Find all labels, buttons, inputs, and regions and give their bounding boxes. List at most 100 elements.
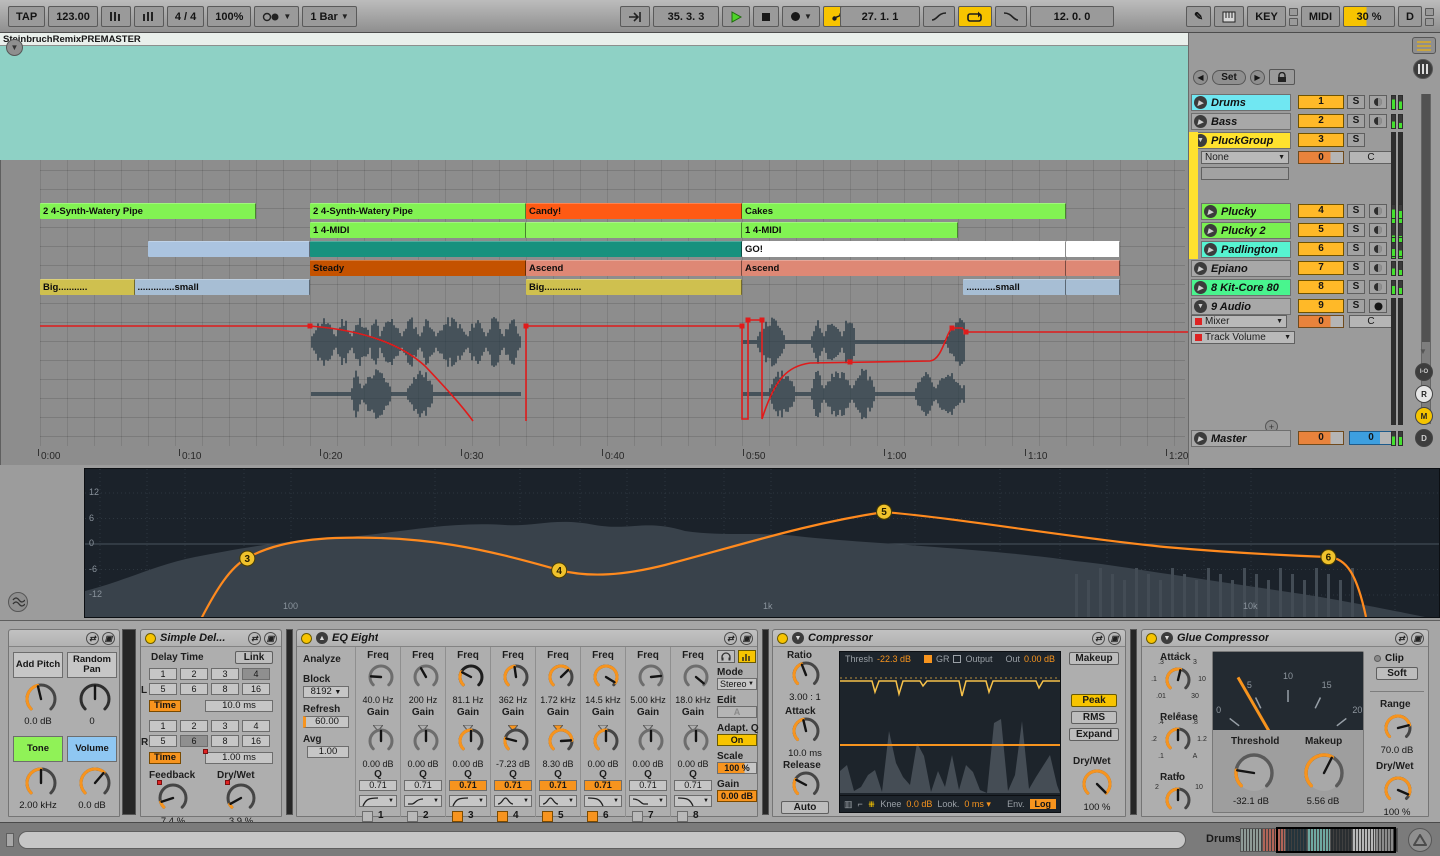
delay-left-beat-6[interactable]: 6: [180, 683, 208, 695]
tempo-field[interactable]: 123.00: [48, 6, 98, 27]
track-header-drums[interactable]: ▶ Drums: [1191, 94, 1291, 111]
track-number-box[interactable]: 4: [1298, 204, 1344, 218]
punch-in-toggle[interactable]: [923, 6, 955, 27]
arrangement-clip[interactable]: Big..............: [526, 279, 742, 295]
filter-type-chooser-highpass-x4[interactable]: ▼: [449, 795, 487, 807]
glue-range-knob[interactable]: [1381, 711, 1415, 745]
panel-toggle-r[interactable]: R: [1415, 385, 1433, 403]
track-play-icon[interactable]: ▶: [1194, 96, 1207, 109]
arrangement-position-field[interactable]: 35. 3. 3: [653, 6, 719, 27]
loop-toggle[interactable]: [958, 6, 992, 27]
device-title-bar[interactable]: ▼ Compressor ⇄ ▣: [773, 630, 1125, 647]
track-play-icon[interactable]: ▶: [1194, 262, 1207, 275]
band-activator-checkbox[interactable]: [452, 811, 463, 822]
track-play-icon[interactable]: ▶: [1204, 243, 1217, 256]
arrangement-clip[interactable]: Ascend: [742, 260, 1066, 276]
track-header-8-kit-core-80[interactable]: ▶ 8 Kit-Core 80: [1191, 279, 1291, 296]
solo-button[interactable]: S: [1347, 133, 1365, 147]
device-power-led[interactable]: [301, 632, 312, 644]
track-number-box[interactable]: 7: [1298, 261, 1344, 275]
band-freq-knob[interactable]: [455, 661, 487, 693]
band-freq-knob[interactable]: [365, 661, 397, 693]
device-title-bar[interactable]: ⇄ ▣: [9, 630, 119, 647]
filter-type-chooser-lowpass-x4[interactable]: ▼: [584, 795, 622, 807]
q-value[interactable]: 0.71: [449, 780, 487, 791]
macro-name-box[interactable]: Random Pan: [67, 652, 117, 678]
computer-midi-keyboard-button[interactable]: [1214, 6, 1245, 27]
solo-button[interactable]: S: [1347, 114, 1365, 128]
quantization-menu[interactable]: 1 Bar ▼: [302, 6, 357, 27]
attack-knob[interactable]: [789, 714, 823, 748]
macro-knob-3[interactable]: [22, 764, 60, 802]
band-gain-knob[interactable]: [635, 725, 667, 757]
scroll-arrow-icon[interactable]: ▼: [1419, 347, 1427, 356]
arrangement-clip[interactable]: Candy!: [526, 203, 742, 219]
macro-name-box[interactable]: Add Pitch: [13, 652, 63, 678]
device-power-led[interactable]: [1146, 632, 1157, 644]
feedback-knob[interactable]: [155, 780, 191, 816]
band-gain-knob[interactable]: [500, 725, 532, 757]
soft-clip-toggle[interactable]: Soft: [1376, 667, 1418, 680]
hot-swap-icon[interactable]: ⇄: [248, 631, 261, 645]
band-freq-knob[interactable]: [545, 661, 577, 693]
out-value[interactable]: 0.00 dB: [1024, 654, 1055, 664]
delay-right-beat-6[interactable]: 6: [180, 735, 208, 747]
delay-right-time-value[interactable]: 1.00 ms: [205, 752, 273, 764]
band-gain-knob[interactable]: [365, 725, 397, 757]
play-button[interactable]: [722, 6, 750, 27]
filter-type-chooser-high-shelf[interactable]: ▼: [629, 795, 667, 807]
audition-button[interactable]: [717, 650, 735, 663]
draw-mode-button[interactable]: ✎: [1185, 6, 1212, 27]
arrangement-clip[interactable]: [1066, 260, 1120, 276]
env-log-toggle[interactable]: Log: [1029, 799, 1056, 809]
block-size-chooser[interactable]: 8192 ▼: [303, 686, 349, 698]
delay-right-beat-8[interactable]: 8: [211, 735, 239, 747]
thresh-value[interactable]: -22.3 dB: [877, 654, 911, 664]
rms-mode-button[interactable]: RMS: [1071, 711, 1117, 724]
macro-name-box[interactable]: Volume: [67, 736, 117, 762]
gr-label[interactable]: GR: [936, 654, 950, 664]
metronome-toggle[interactable]: ▼: [254, 6, 300, 27]
save-preset-icon[interactable]: ▣: [102, 631, 115, 645]
device-title-bar[interactable]: Simple Del... ⇄ ▣: [141, 630, 281, 647]
track-number-box[interactable]: 2: [1298, 114, 1344, 128]
band-activator-checkbox[interactable]: [542, 811, 553, 822]
arm-button[interactable]: [1369, 242, 1387, 256]
track-fold-button[interactable]: ▼: [1194, 300, 1207, 313]
makeup-button[interactable]: Makeup: [1069, 652, 1119, 665]
solo-button[interactable]: S: [1347, 299, 1365, 313]
session-view-selector-icon[interactable]: [1412, 37, 1436, 54]
track-header-padlington[interactable]: ▶ Padlington: [1201, 241, 1291, 258]
q-value[interactable]: 0.71: [629, 780, 667, 791]
hot-swap-icon[interactable]: ⇄: [1395, 631, 1408, 645]
activity-view-icon[interactable]: ▥: [844, 799, 853, 810]
drywet-knob[interactable]: [223, 780, 259, 816]
delay-left-beat-8[interactable]: 8: [211, 683, 239, 695]
track-header-bass[interactable]: ▶ Bass: [1191, 113, 1291, 130]
q-value[interactable]: 0.71: [584, 780, 622, 791]
delay-right-beat-1[interactable]: 1: [149, 720, 177, 732]
hot-swap-icon[interactable]: ⇄: [86, 631, 99, 645]
arrangement-clip[interactable]: [310, 241, 742, 257]
q-value[interactable]: 0.71: [494, 780, 532, 791]
band-activator-checkbox[interactable]: [407, 811, 418, 822]
arm-button[interactable]: [1369, 223, 1387, 237]
track-fold-chevron[interactable]: ▼: [6, 39, 23, 56]
midi-map-button[interactable]: MIDI: [1300, 6, 1341, 27]
edit-ab-button[interactable]: A: [717, 706, 757, 718]
compressor-display[interactable]: Thresh -22.3 dB GR Output Out 0.00 dB ▥ …: [839, 651, 1061, 813]
sidechain-listen-icon[interactable]: ⧻: [868, 799, 876, 810]
output-label[interactable]: Output: [965, 654, 992, 664]
arrangement-clip[interactable]: Cakes: [742, 203, 1066, 219]
status-message-bar[interactable]: [18, 831, 1186, 849]
compressor-drywet-knob[interactable]: [1079, 766, 1115, 802]
gr-swatch-icon[interactable]: [923, 655, 932, 663]
ratio-knob[interactable]: [789, 658, 823, 692]
delay-right-beat-16[interactable]: 16: [242, 735, 270, 747]
peak-mode-button[interactable]: Peak: [1071, 694, 1117, 707]
groove-amount-field[interactable]: 100%: [207, 6, 252, 27]
arm-button[interactable]: [1369, 280, 1387, 294]
arrangement-clip[interactable]: Ascend: [526, 260, 742, 276]
band-gain-knob[interactable]: [680, 725, 712, 757]
arrangement-clip[interactable]: ..............small: [134, 279, 310, 295]
